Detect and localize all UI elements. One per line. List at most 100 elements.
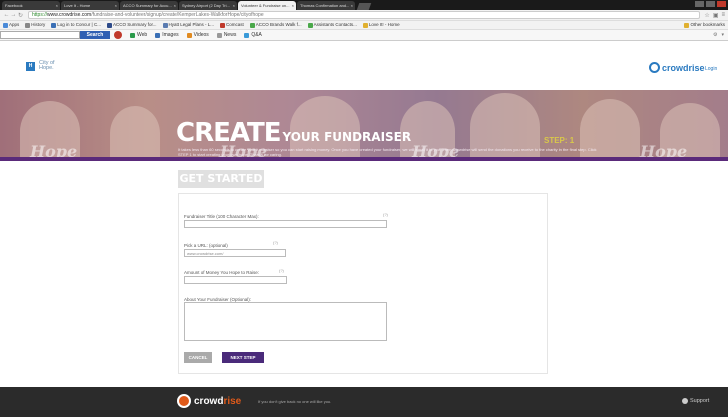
search-link-qa[interactable]: Q&A: [244, 32, 262, 38]
search-link-videos[interactable]: Videos: [186, 32, 209, 38]
search-link-news[interactable]: News: [216, 32, 237, 38]
tab-label: Love It - Home: [64, 3, 91, 8]
menu-icon[interactable]: ≡: [721, 12, 725, 19]
bookmark-label: Love It! - Home: [368, 22, 400, 28]
close-icon[interactable]: ×: [351, 3, 353, 8]
other-bookmarks[interactable]: Other bookmarks: [684, 22, 725, 28]
toolbar-search-input[interactable]: [0, 31, 80, 39]
bookmark-label: ACCO Brands Walk f...: [255, 22, 302, 28]
city-of-hope-logo-text[interactable]: City of Hope.: [39, 60, 55, 71]
minimize-button[interactable]: [695, 1, 704, 7]
login-link[interactable]: Login: [705, 66, 717, 72]
bookmark-item[interactable]: Log in to Concur | C...: [51, 22, 101, 28]
tab-label: Thomas Confirmation and...: [300, 3, 350, 8]
browser-tabstrip: Facebook × Love It - Home × ACCO Summary f…: [0, 0, 728, 10]
browser-tab[interactable]: Love It - Home ×: [61, 1, 119, 10]
cancel-button[interactable]: CANCEL: [184, 352, 212, 363]
support-label: Support: [690, 398, 710, 404]
about-textarea[interactable]: [184, 302, 387, 341]
next-step-button[interactable]: NEXT STEP: [222, 352, 264, 363]
bookmark-item[interactable]: ACCO Summary for...: [106, 22, 157, 28]
help-icon[interactable]: (?): [273, 240, 278, 245]
url-host: www.crowdrise.com: [47, 12, 92, 18]
history-icon: [25, 22, 31, 28]
bookmark-item[interactable]: Comcast: [220, 22, 244, 28]
reload-icon[interactable]: ↻: [17, 12, 24, 19]
bookmark-label: History: [31, 22, 46, 28]
forward-icon[interactable]: →: [10, 12, 17, 18]
search-link-label: News: [223, 32, 237, 38]
bookmark-item[interactable]: Hyatt Legal Plans - L...: [162, 22, 215, 28]
footer-logo-icon: [177, 394, 191, 408]
help-icon[interactable]: (?): [279, 268, 284, 273]
site-footer: [0, 387, 728, 417]
url-scheme: https://: [32, 12, 48, 18]
browser-tab[interactable]: ACCO Summary for Accu... ×: [120, 1, 178, 10]
search-link-label: Images: [162, 32, 179, 38]
star-icon[interactable]: ☆: [704, 12, 709, 19]
toolbar-search-button[interactable]: Search: [80, 31, 110, 39]
url-path: /fundraise-and-volunteer/signup/create/K…: [91, 12, 264, 18]
footer-brand-part: crowd: [194, 395, 224, 407]
toolbar-dropdown-icon[interactable]: ▾: [721, 32, 724, 38]
footer-brand-part: rise: [223, 395, 242, 407]
search-link-label: Videos: [193, 32, 209, 38]
fundraiser-title-label: Fundraiser Title (100 Character Max):: [184, 214, 259, 219]
footer-tagline: If you don't give back no one will like …: [258, 399, 332, 404]
back-icon[interactable]: ←: [3, 12, 10, 18]
toolbar-settings-icon[interactable]: ⚙: [713, 32, 717, 38]
bookmark-item[interactable]: Assistants Contacts...: [307, 22, 357, 28]
new-tab-button[interactable]: [356, 3, 372, 10]
bookmark-label: Comcast: [226, 22, 244, 28]
close-icon[interactable]: ×: [233, 3, 235, 8]
qa-icon: [244, 32, 250, 38]
address-bar[interactable]: https://www.crowdrise.com/fundraise-and-…: [28, 11, 701, 19]
search-link-images[interactable]: Images: [155, 32, 179, 38]
videos-icon: [186, 32, 192, 38]
close-icon[interactable]: ×: [115, 3, 117, 8]
tab-label: Sydney Airport (2 Day Tri...: [182, 3, 230, 8]
fundraiser-title-input[interactable]: [184, 220, 387, 228]
address-toolbar: ← → ↻ https://www.crowdrise.com/fundrais…: [0, 10, 728, 21]
maximize-button[interactable]: [706, 1, 715, 7]
images-icon: [155, 32, 161, 38]
amount-label: Amount of Money You Hope to Raise:: [184, 270, 260, 275]
search-toolbar: Search Web Images Videos News Q&A ⚙ ▾: [0, 30, 728, 41]
toolbar-logo-icon[interactable]: [114, 31, 122, 39]
step-indicator: STEP: 1: [544, 136, 575, 145]
browser-tab-active[interactable]: Volunteer & Fundraise on... ×: [238, 1, 296, 10]
url-input[interactable]: www.crowdrise.com/: [184, 249, 286, 257]
close-icon[interactable]: ×: [174, 3, 176, 8]
other-bookmarks-label: Other bookmarks: [690, 22, 725, 28]
hero-description: It takes less than 60 seconds to create …: [178, 147, 597, 157]
get-started-heading: GET STARTED: [178, 170, 264, 188]
browser-tab[interactable]: Thomas Confirmation and... ×: [297, 1, 355, 10]
contacts-icon: [307, 22, 313, 28]
bookmark-item[interactable]: History: [25, 22, 46, 28]
close-icon[interactable]: ×: [56, 3, 58, 8]
search-link-web[interactable]: Web: [130, 32, 147, 38]
extension-icon[interactable]: ▣: [713, 12, 719, 19]
amount-input[interactable]: [184, 276, 287, 284]
site-header: [0, 42, 728, 90]
support-link[interactable]: Support: [682, 398, 709, 404]
web-icon: [130, 32, 135, 38]
browser-tab[interactable]: Facebook ×: [2, 1, 60, 10]
search-link-label: Web: [137, 32, 148, 38]
bookmark-item[interactable]: ACCO Brands Walk f...: [249, 22, 302, 28]
footer-crowdrise-logo[interactable]: crowdrise: [177, 394, 241, 408]
city-of-hope-logo-icon[interactable]: H: [26, 62, 35, 71]
help-icon[interactable]: (?): [383, 212, 388, 217]
bookmark-item[interactable]: Love It! - Home: [362, 22, 400, 28]
bookmark-item[interactable]: Apps: [3, 22, 19, 28]
close-icon[interactable]: ×: [292, 3, 294, 8]
close-window-button[interactable]: [717, 1, 726, 7]
support-icon: [682, 398, 688, 404]
browser-tab[interactable]: Sydney Airport (2 Day Tri... ×: [179, 1, 237, 10]
crowdrise-logo[interactable]: crowdrise: [649, 62, 705, 73]
bookmarks-bar: Apps History Log in to Concur | C... ACC…: [0, 21, 728, 30]
hero-title-small: YOUR FUNDRAISER: [282, 130, 412, 144]
hero-bottom-band: [0, 157, 728, 161]
bookmark-label: Hyatt Legal Plans - L...: [168, 22, 215, 28]
crowdrise-logo-icon: [649, 62, 660, 73]
